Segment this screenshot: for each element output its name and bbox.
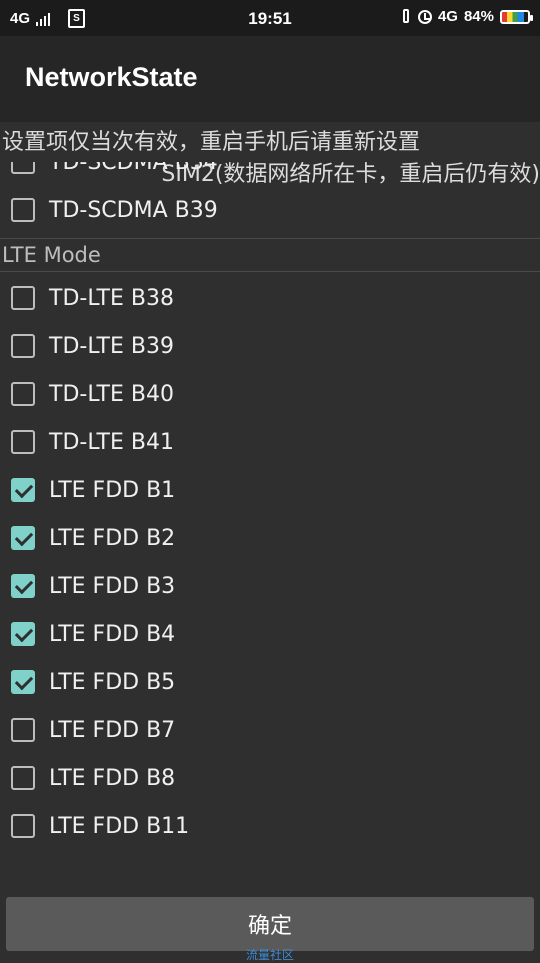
band-option-label: TD-LTE B39 [49, 333, 174, 359]
battery-icon [500, 9, 533, 24]
checkbox-checked-icon[interactable] [11, 574, 35, 598]
band-option-label: TD-SCDMA B39 [49, 197, 218, 223]
band-option[interactable]: TD-SCDMA B39 [0, 186, 540, 234]
checkbox-icon[interactable] [11, 198, 35, 222]
checkbox-icon[interactable] [11, 286, 35, 310]
band-option-label: LTE FDD B1 [49, 477, 176, 503]
band-option-label: LTE FDD B5 [49, 669, 176, 695]
band-option[interactable]: LTE FDD B4 [0, 610, 540, 658]
app-bar: NetworkState [0, 36, 540, 122]
section-header-label: LTE Mode [2, 243, 101, 267]
checkbox-checked-icon[interactable] [11, 622, 35, 646]
notice-text: 设置项仅当次有效，重启手机后请重新设置 [2, 130, 421, 155]
band-option[interactable]: LTE FDD B2 [0, 514, 540, 562]
band-option-label: LTE FDD B7 [49, 717, 176, 743]
checkbox-icon[interactable] [11, 162, 35, 174]
page-title: NetworkState [25, 62, 198, 92]
section-header-lte: LTE Mode [0, 238, 540, 272]
band-option[interactable]: TD-LTE B40 [0, 370, 540, 418]
checkbox-icon[interactable] [11, 814, 35, 838]
band-option-label: TD-SCDMA B34 [49, 162, 218, 175]
band-option[interactable]: LTE FDD B7 [0, 706, 540, 754]
band-option-label: TD-LTE B38 [49, 285, 174, 311]
band-option-label: TD-LTE B41 [49, 429, 174, 455]
status-right: 4G 84% [400, 8, 533, 25]
band-option[interactable]: LTE FDD B1 [0, 466, 540, 514]
checkbox-checked-icon[interactable] [11, 526, 35, 550]
band-option[interactable]: LTE FDD B5 [0, 658, 540, 706]
checkbox-checked-icon[interactable] [11, 478, 35, 502]
band-option[interactable]: LTE FDD B8 [0, 754, 540, 802]
band-list[interactable]: TD-SCDMA B34 TD-SCDMA B39 LTE Mode TD-LTE B… [0, 162, 540, 888]
band-option-label: LTE FDD B8 [49, 765, 176, 791]
band-option[interactable]: LTE FDD B3 [0, 562, 540, 610]
band-option[interactable]: LTE FDD B11 [0, 802, 540, 850]
battery-percent: 84% [463, 8, 494, 25]
checkbox-icon[interactable] [11, 430, 35, 454]
band-option[interactable]: TD-LTE B41 [0, 418, 540, 466]
checkbox-icon[interactable] [11, 718, 35, 742]
watermark: 流量社区 [245, 948, 294, 962]
band-option-label: LTE FDD B4 [49, 621, 176, 647]
band-option-label: TD-LTE B40 [49, 381, 174, 407]
band-option[interactable]: TD-LTE B39 [0, 322, 540, 370]
checkbox-checked-icon[interactable] [11, 670, 35, 694]
band-option-label: LTE FDD B11 [49, 813, 190, 839]
band-option-label: LTE FDD B2 [49, 525, 176, 551]
status-bar: 4G S 19:51 4G 84% [0, 0, 540, 36]
band-option-label: LTE FDD B3 [49, 573, 176, 599]
checkbox-icon[interactable] [11, 382, 35, 406]
band-option[interactable]: TD-LTE B38 [0, 274, 540, 322]
vibrate-icon [400, 8, 412, 25]
alarm-icon [417, 9, 432, 24]
checkbox-icon[interactable] [11, 334, 35, 358]
confirm-button[interactable]: 确定 [6, 897, 534, 951]
data-type: 4G [437, 8, 458, 25]
checkbox-icon[interactable] [11, 766, 35, 790]
band-option[interactable]: TD-SCDMA B34 [0, 162, 540, 186]
